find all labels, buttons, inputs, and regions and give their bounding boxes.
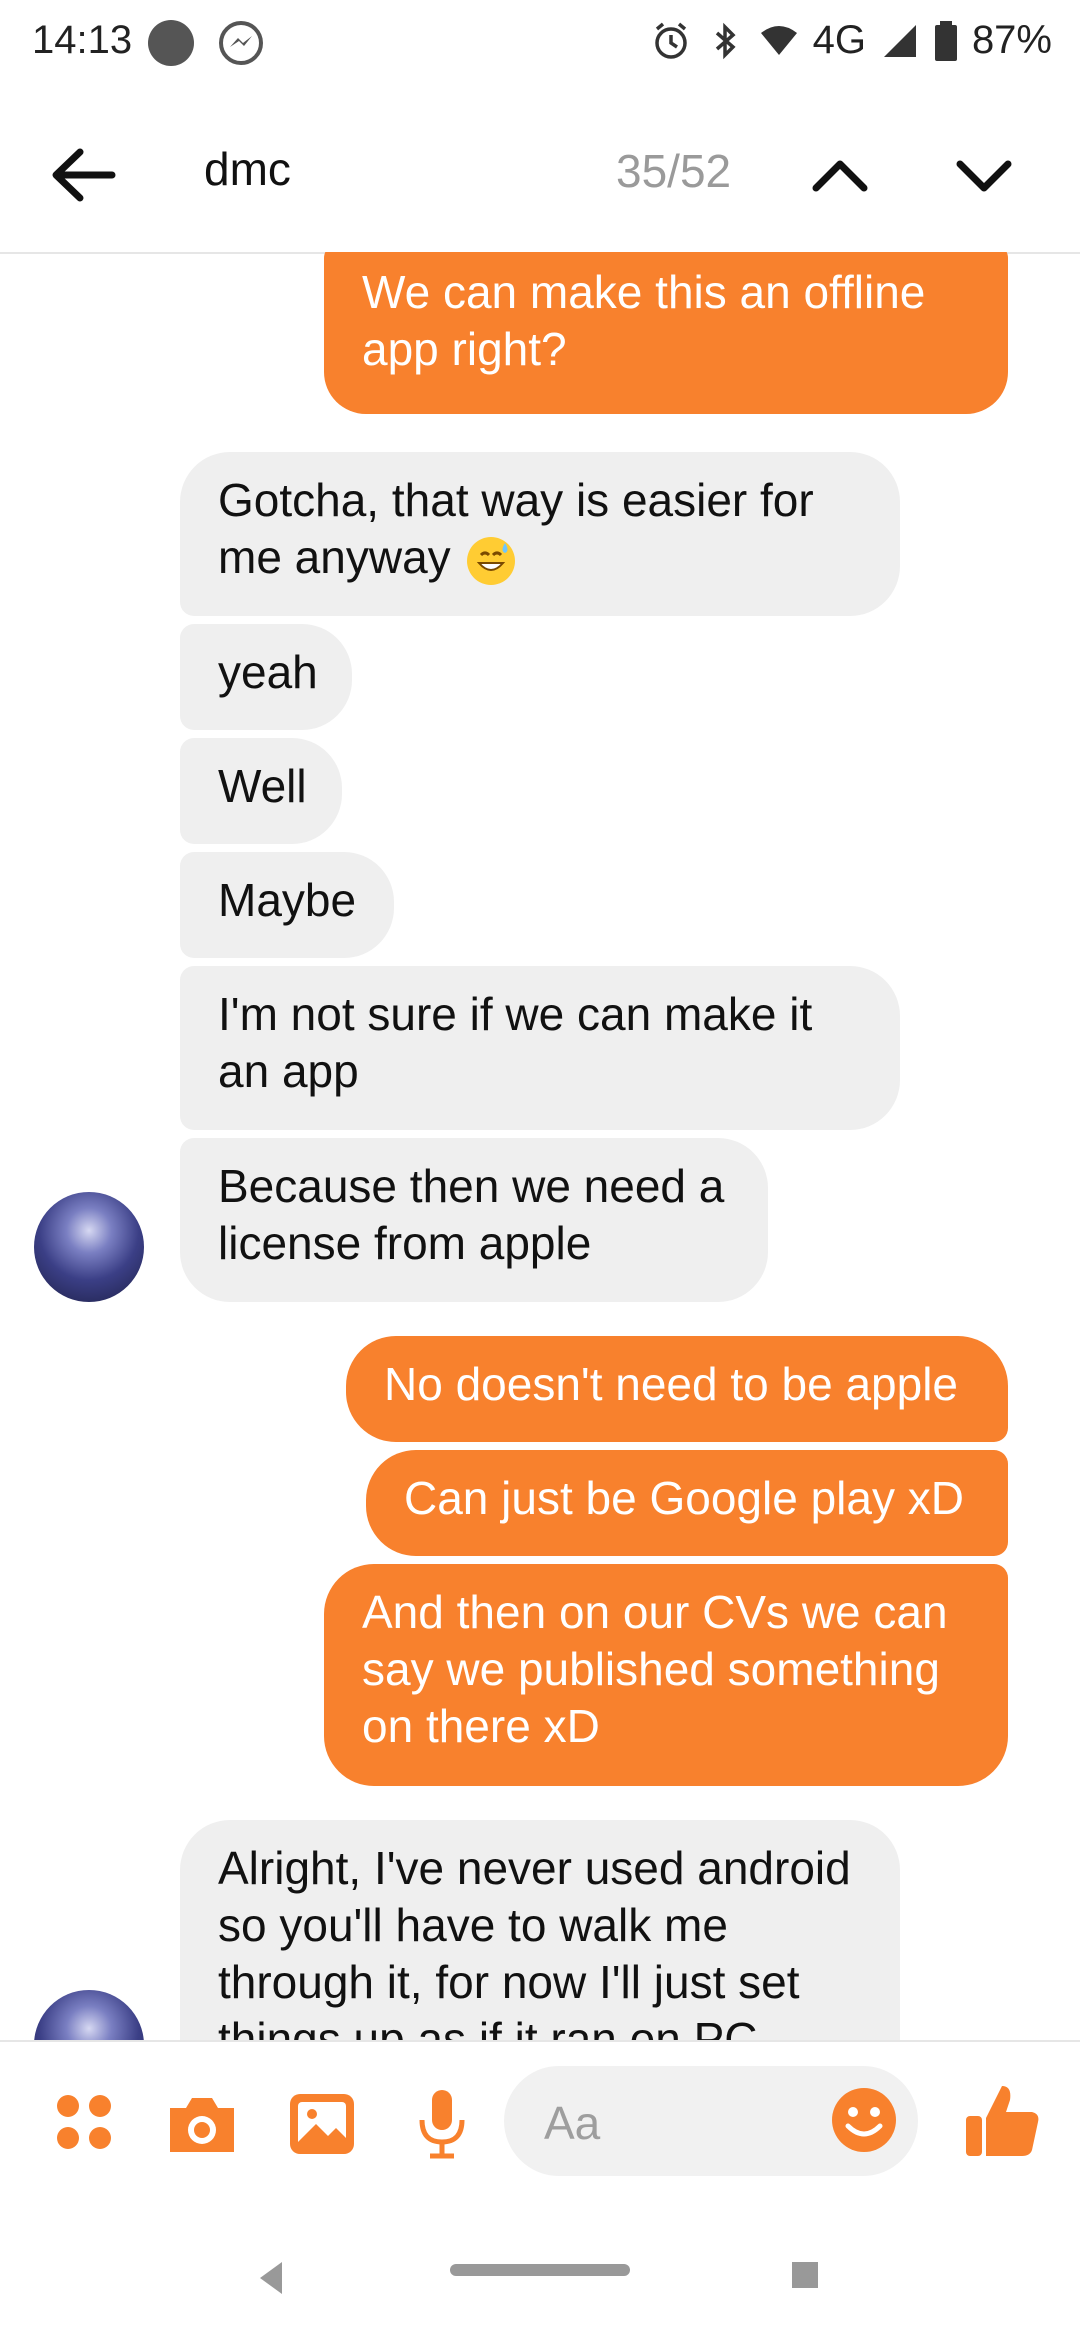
- emoji-smiley-icon[interactable]: [828, 2084, 900, 2156]
- message-input[interactable]: Aa: [504, 2066, 918, 2176]
- nav-home-pill[interactable]: [450, 2264, 630, 2276]
- message-bubble-incoming[interactable]: Because then we need a license from appl…: [180, 1138, 768, 1302]
- back-arrow-icon[interactable]: [40, 130, 130, 220]
- message-thread[interactable]: We can make this an offline app right? G…: [0, 252, 1080, 2040]
- thumbs-up-like-icon[interactable]: [960, 2078, 1044, 2162]
- message-bubble-outgoing[interactable]: We can make this an offline app right?: [324, 252, 1008, 414]
- message-text: Because then we need a license from appl…: [218, 1160, 725, 1269]
- notification-dot-icon: [148, 20, 194, 66]
- message-text: Well: [218, 760, 307, 812]
- message-text: Can just be Google play xD: [404, 1472, 964, 1524]
- next-match-chevron-down-icon[interactable]: [944, 136, 1024, 216]
- cell-signal-icon: [883, 24, 916, 57]
- previous-match-chevron-up-icon[interactable]: [800, 136, 880, 216]
- message-input-placeholder: Aa: [544, 2097, 601, 2149]
- conversation-search-bar: dmc 35/52: [0, 90, 1080, 254]
- search-match-counter: 35/52: [616, 145, 732, 197]
- message-bubble-incoming[interactable]: Well: [180, 738, 342, 844]
- message-composer: Aa: [0, 2040, 1080, 2202]
- contact-avatar[interactable]: [34, 1192, 144, 1302]
- message-bubble-outgoing[interactable]: Can just be Google play xD: [366, 1450, 1008, 1556]
- network-type: 4G: [812, 18, 866, 62]
- status-bar: 14:13 4G 87%: [0, 0, 1080, 90]
- battery-icon: [934, 20, 957, 61]
- bluetooth-icon: [715, 22, 736, 59]
- search-query[interactable]: dmc: [204, 142, 291, 196]
- message-text: yeah: [218, 646, 318, 698]
- message-text: I'm not sure if we can make it an app: [218, 988, 813, 1097]
- contact-avatar[interactable]: [34, 1990, 144, 2040]
- message-bubble-incoming[interactable]: Gotcha, that way is easier for me anyway: [180, 452, 900, 616]
- message-text: Maybe: [218, 874, 357, 926]
- message-bubble-incoming[interactable]: I'm not sure if we can make it an app: [180, 966, 900, 1130]
- message-text: And then on our CVs we can say we publis…: [362, 1586, 948, 1752]
- system-navigation-bar: [0, 2200, 1080, 2340]
- more-actions-icon[interactable]: [48, 2086, 124, 2162]
- message-text: We can make this an offline app right?: [362, 266, 926, 375]
- alarm-icon: [654, 22, 687, 59]
- message-bubble-incoming[interactable]: yeah: [180, 624, 352, 730]
- message-bubble-outgoing[interactable]: And then on our CVs we can say we publis…: [324, 1564, 1008, 1786]
- grinning-sweat-emoji-icon: [467, 536, 516, 585]
- gallery-image-icon[interactable]: [284, 2086, 360, 2162]
- message-text: Alright, I've never used android so you'…: [218, 1842, 851, 2040]
- wifi-icon: [760, 25, 797, 55]
- messenger-icon: [219, 21, 263, 65]
- message-text: No doesn't need to be apple: [384, 1358, 959, 1410]
- microphone-icon[interactable]: [404, 2086, 480, 2162]
- message-text: Gotcha, that way is easier for me anyway: [218, 474, 814, 583]
- camera-icon[interactable]: [164, 2086, 240, 2162]
- status-time: 14:13: [32, 18, 133, 62]
- message-bubble-incoming[interactable]: Maybe: [180, 852, 394, 958]
- nav-back-icon[interactable]: [256, 2260, 286, 2296]
- nav-recents-icon[interactable]: [792, 2262, 818, 2288]
- message-bubble-incoming[interactable]: Alright, I've never used android so you'…: [180, 1820, 900, 2040]
- status-right: 4G 87%: [651, 18, 1052, 63]
- battery-percent: 87%: [971, 18, 1052, 62]
- message-bubble-outgoing[interactable]: No doesn't need to be apple: [346, 1336, 1008, 1442]
